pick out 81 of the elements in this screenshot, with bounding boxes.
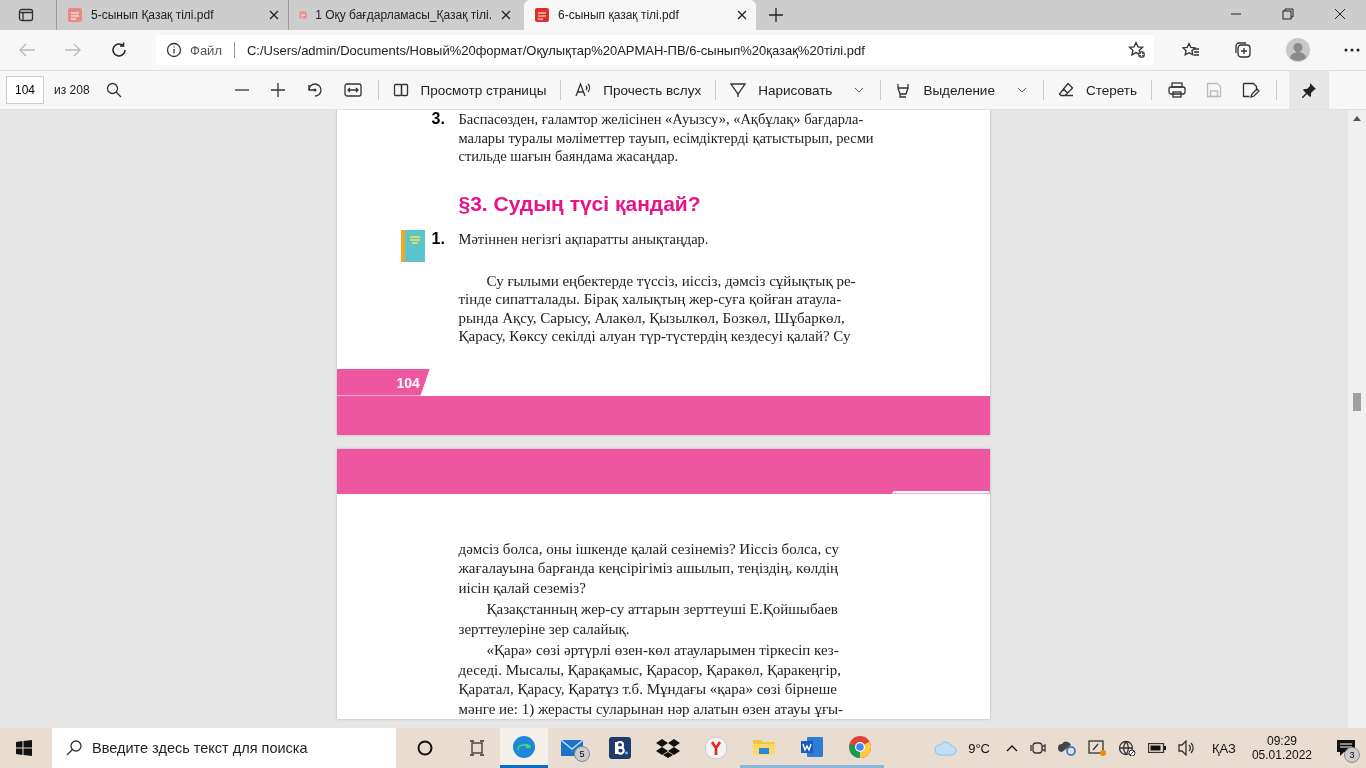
battery-icon[interactable] <box>1148 743 1166 753</box>
toolbar-button[interactable]: Прочесть вслух <box>573 78 704 102</box>
search-icon[interactable] <box>105 82 122 98</box>
pdf-file-icon <box>67 7 83 23</box>
page-view-icon <box>392 82 409 98</box>
word-document-icon <box>800 734 824 759</box>
close-icon[interactable] <box>268 9 280 21</box>
edge-browser-icon <box>512 734 536 759</box>
tab-actions-icon[interactable] <box>18 7 34 23</box>
chevron-down-icon[interactable] <box>1016 87 1027 93</box>
clock[interactable]: 09:29 05.01.2022 <box>1251 734 1312 762</box>
restore-icon[interactable] <box>1282 8 1294 20</box>
read-aloud-icon <box>575 82 592 98</box>
task-number: 3. <box>431 110 446 128</box>
page-number: 104 <box>336 368 430 396</box>
weather-temperature[interactable]: 9°C <box>968 740 990 756</box>
paragraph: Су ғылыми еңбектерде түссіз, иіссіз, дәмсіз сұйықтық ре- тінде сипатталады. Бірақ халықтың жер-суға қойған атаула- рында Ақсу, Сарысу, Алакөл, Қызылкөл, Бозкөл, Шұбаркөл, Қарасу, Көксу секілді алуан түр-түстердің кездесуі қалай? Су <box>457 271 857 346</box>
count-badge: 5 <box>574 746 590 762</box>
rotate-icon[interactable] <box>305 81 324 99</box>
windows-start-icon[interactable] <box>16 740 32 756</box>
new-tab-icon[interactable] <box>768 7 784 23</box>
tab-title: 5-сынып Қазақ тілі.pdf <box>91 8 215 22</box>
page-total: из 208 <box>54 83 90 97</box>
page-number-field[interactable]: 104 <box>6 76 44 104</box>
fit-width-icon[interactable] <box>343 83 362 97</box>
refresh-icon[interactable] <box>110 41 128 59</box>
input-language[interactable]: ҚАЗ <box>1212 740 1236 756</box>
close-icon[interactable] <box>500 9 512 21</box>
paragraph: Қазақстанның жер-су аттарын зерттеуші Е.Қойшыбаев зерттеулеріне зер салайық. <box>457 600 839 639</box>
webcam-icon[interactable] <box>1030 740 1046 756</box>
address-scheme: Файл <box>190 42 222 58</box>
paragraph: «Қара» сөзі әртүрлі өзен-көл атауларымен тіркесіп кез- деседі. Мысалы, Қарақамыс, Қарасор, Қаракөл, Қаракеңгір, Қаратал, Қарасу, Қаратұз т.б. Мұндағы «қара» сөзі бірнеше мәнге ие: 1) жерасты суларынан нәр алатын өзен атауы ұғы- <box>457 641 845 719</box>
scroll-up-icon[interactable] <box>1353 116 1361 121</box>
eraser-icon <box>1057 82 1074 98</box>
scrollbar[interactable] <box>1348 110 1366 728</box>
chrome-browser-icon <box>848 734 872 759</box>
toolbar-button[interactable]: Нарисовать <box>728 78 835 102</box>
close-icon[interactable] <box>736 9 748 21</box>
address-field[interactable]: Файл C:/Users/admin/Documents/Новый%20формат/Оқулықтар%20АРМАН-ПВ/6-сынып%20қазақ%20тілі.pdf <box>156 35 1154 65</box>
tab-title: 6-сынып қазақ тілі.pdf <box>558 8 680 22</box>
taskbar-search-field[interactable]: Введите здесь текст для поиска <box>52 728 396 768</box>
tab-title: 1 Оқу бағдарламасы_Қазақ тілі. <box>315 8 492 22</box>
chevron-up-icon[interactable] <box>1006 744 1018 752</box>
box-pattern-icon <box>656 736 680 760</box>
pdf-file-icon <box>534 7 550 23</box>
globe-blocked-icon[interactable] <box>1118 740 1136 756</box>
cortana-circle-icon[interactable] <box>417 740 433 756</box>
count-badge: 3 <box>1344 747 1360 763</box>
task-view-icon[interactable] <box>469 740 485 756</box>
save-as-icon[interactable] <box>1242 82 1260 98</box>
paragraph: дәмсіз болса, оны ішкенде қалай сезінеміз? Иіссіз болса, су жағалауына барғанда кеңсірігіміз ашылып, теңіздің, көлдің иісін қалай сеземіз? <box>457 539 840 598</box>
collections-icon[interactable] <box>1234 41 1252 59</box>
toolbar-button[interactable]: Просмотр страницы <box>390 78 549 102</box>
toolbar-button[interactable]: Стереть <box>1055 78 1139 102</box>
star-add-icon[interactable] <box>1128 41 1146 59</box>
letter-b-app-icon <box>608 736 632 760</box>
browser-tab[interactable]: 6-сынып қазақ тілі.pdf <box>524 0 756 30</box>
section-heading: §3. Судың түсі қандай? <box>457 191 702 216</box>
round-y-icon <box>704 736 728 760</box>
avatar-icon[interactable] <box>1286 38 1310 62</box>
address-url: C:/Users/admin/Documents/Новый%20формат/Оқулықтар%20АРМАН-ПВ/6-сынып%20қазақ%20тілі.pdf <box>246 42 865 58</box>
taskbar-app-button[interactable]: 5 <box>548 728 596 768</box>
pin-icon <box>1301 82 1317 98</box>
toolbar-button[interactable]: Выделение <box>893 78 997 102</box>
print-icon[interactable] <box>1168 82 1186 98</box>
task-text: Баспасөзден, ғаламтор желісінен «Ауызсу», «Ақбұлақ» бағдарла- малары туралы мәліметтер тауып, есімдіктерді қатыстырып, ресми стильде шағын баяндама жасаңдар. <box>458 110 874 166</box>
speaker-icon[interactable] <box>1178 740 1196 756</box>
task-number: 1. <box>431 229 446 248</box>
cloud-sync-icon[interactable] <box>1058 740 1076 756</box>
favorites-icon[interactable] <box>1182 42 1200 58</box>
task-text: Мәтіннен негізгі ақпаратты анықтаңдар. <box>458 229 709 248</box>
info-icon <box>166 42 182 58</box>
chevron-down-icon[interactable] <box>854 87 865 93</box>
search-icon <box>66 740 82 756</box>
monitor-alert-icon[interactable] <box>1088 740 1106 756</box>
notifications-button[interactable]: 3 <box>1326 728 1366 768</box>
pin-button[interactable] <box>1289 71 1329 109</box>
more-icon[interactable] <box>1344 48 1360 52</box>
zoom-in-icon[interactable] <box>269 82 286 98</box>
scrollbar-thumb[interactable] <box>1353 393 1361 411</box>
close-icon[interactable] <box>1334 8 1346 20</box>
